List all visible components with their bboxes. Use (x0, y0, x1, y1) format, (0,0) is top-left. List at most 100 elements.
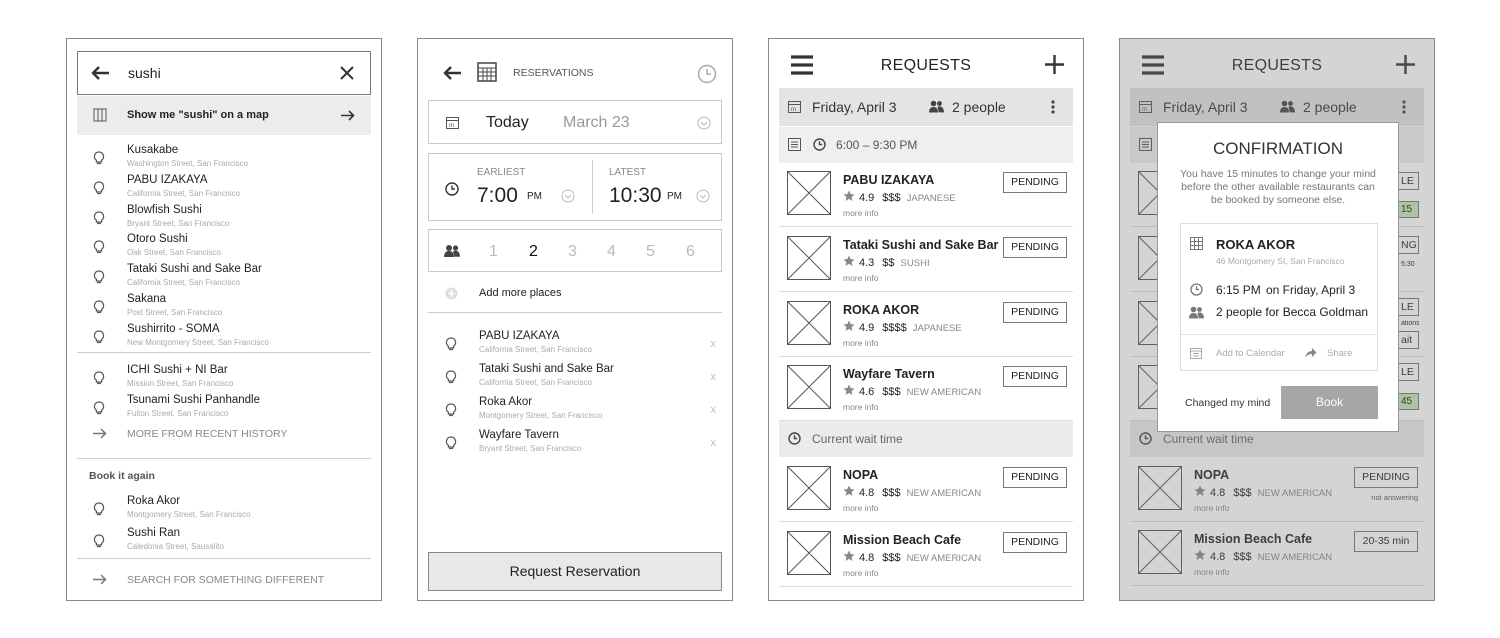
show-on-map-row[interactable]: Show me "sushi" on a map (77, 96, 371, 135)
chevron-down-icon[interactable] (696, 189, 710, 203)
search-result-item[interactable]: Sakana Post Street, San Francisco (67, 293, 381, 321)
party-size-option[interactable]: 6 (686, 243, 695, 261)
party-size-option[interactable]: 3 (568, 243, 577, 261)
party-size-option[interactable]: 1 (489, 243, 498, 261)
chevron-down-icon[interactable] (561, 189, 575, 203)
book-again-item[interactable]: Roka Akor Montgomery Street, San Francisc… (67, 495, 381, 523)
latest-time[interactable]: 10:30 (609, 184, 662, 208)
search-input[interactable]: sushi (128, 65, 161, 81)
add-more-places[interactable]: Add more places (479, 287, 562, 299)
restaurant-name: PABU IZAKAYA (843, 173, 935, 187)
restaurant-card[interactable]: ROKA AKOR 4.9 $$$$ JAPANESE more info PENDING (779, 293, 1073, 357)
search-result-item[interactable]: Sushirrito - SOMA New Montgomery Street, … (67, 323, 381, 351)
cuisine: NEW AMERICAN (906, 387, 982, 398)
place-street: Fulton Street, San Francisco (127, 408, 229, 418)
calendar-icon (1190, 348, 1202, 359)
place-name: ICHI Sushi + NI Bar (127, 364, 228, 376)
lightbulb-icon (93, 240, 105, 254)
add-circle-icon[interactable] (445, 287, 458, 300)
request-date: Friday, April 3 (812, 99, 897, 115)
changed-my-mind-button[interactable]: Changed my mind (1185, 397, 1270, 409)
search-different-link[interactable]: SEARCH FOR SOMETHING DIFFERENT (127, 574, 324, 586)
svg-text:m: m (449, 123, 454, 129)
request-reservation-button[interactable]: Request Reservation (428, 552, 722, 591)
plus-icon[interactable] (1045, 55, 1064, 74)
search-result-item[interactable]: Tataki Sushi and Sake Bar California Stre… (67, 263, 381, 291)
remove-place-button[interactable]: x (711, 338, 717, 350)
party-size-option[interactable]: 4 (607, 243, 616, 261)
search-result-item[interactable]: Blowfish Sushi Bryant Street, San Francis… (67, 204, 381, 232)
divider (77, 558, 371, 559)
cuisine: NEW AMERICAN (906, 553, 982, 564)
latest-ampm: PM (667, 191, 682, 202)
rating: 4.9 (859, 322, 875, 334)
remove-place-button[interactable]: x (711, 437, 717, 449)
more-history-link[interactable]: MORE FROM RECENT HISTORY (127, 428, 287, 440)
place-street: California Street, San Francisco (479, 345, 592, 354)
selected-place-item[interactable]: Wayfare Tavern Bryant Street, San Francis… (418, 429, 732, 457)
party-size-option[interactable]: 5 (646, 243, 655, 261)
book-button[interactable]: Book (1281, 386, 1378, 419)
more-vertical-icon[interactable] (1051, 100, 1055, 114)
place-street: California Street, San Francisco (127, 188, 240, 198)
restaurant-name: ROKA AKOR (843, 303, 920, 317)
place-name: Sushi Ran (127, 527, 181, 539)
party-size-option[interactable]: 2 (529, 243, 538, 261)
add-to-calendar[interactable]: Add to Calendar (1216, 348, 1285, 359)
restaurant-image-placeholder (787, 236, 831, 280)
chevron-down-icon[interactable] (697, 116, 711, 130)
clock-icon (788, 432, 801, 445)
restaurant-name: ROKA AKOR (1216, 237, 1296, 252)
back-arrow-icon[interactable] (442, 65, 462, 81)
status-badge: PENDING (1003, 172, 1067, 193)
calendar-grid-icon (477, 62, 497, 82)
status-badge: PENDING (1003, 366, 1067, 387)
more-info-link[interactable]: more info (843, 273, 878, 283)
restaurant-card[interactable]: Mission Beach Cafe 4.8 $$$ NEW AMERICAN more… (779, 523, 1073, 587)
restaurant-card[interactable]: Wayfare Tavern 4.6 $$$ NEW AMERICAN more inf… (779, 357, 1073, 421)
more-info-link[interactable]: more info (843, 208, 878, 218)
booking-party: 2 people for Becca Goldman (1216, 305, 1369, 319)
more-info-link[interactable]: more info (843, 503, 878, 513)
place-street: New Montgomery Street, San Francisco (127, 337, 269, 347)
recent-history-item[interactable]: ICHI Sushi + NI Bar Mission Street, San F… (67, 364, 381, 392)
dialog-title: CONFIRMATION (1212, 139, 1343, 158)
booking-time: 6:15 PM (1216, 283, 1261, 297)
more-info-link[interactable]: more info (843, 568, 878, 578)
back-arrow-icon[interactable] (90, 65, 110, 81)
more-info-link[interactable]: more info (843, 338, 878, 348)
restaurant-card[interactable]: NOPA 4.8 $$$ NEW AMERICAN more info PENDING (779, 458, 1073, 522)
selected-place-item[interactable]: PABU IZAKAYA California Street, San Franc… (418, 330, 732, 358)
close-icon[interactable] (340, 66, 354, 80)
search-screen: sushi Show me "sushi" on a map Kusakabe W… (66, 38, 382, 601)
earliest-time[interactable]: 7:00 (477, 184, 518, 208)
restaurant-name: Mission Beach Cafe (843, 533, 962, 547)
selected-place-item[interactable]: Roka Akor Montgomery Street, San Francisc… (418, 396, 732, 424)
remove-place-button[interactable]: x (711, 371, 717, 383)
arrow-right-icon (93, 574, 107, 585)
price-level: $$ (882, 257, 895, 269)
status-badge: PENDING (1003, 467, 1067, 488)
lightbulb-icon (93, 534, 105, 548)
star-icon (843, 550, 859, 564)
share-button[interactable]: Share (1327, 348, 1352, 359)
star-icon (843, 190, 859, 204)
restaurant-card[interactable]: Tataki Sushi and Sake Bar 4.3 $$ SUSHI more … (779, 228, 1073, 292)
place-name: Tataki Sushi and Sake Bar (127, 263, 262, 276)
recent-history-item[interactable]: Tsunami Sushi Panhandle Fulton Street, Sa… (67, 394, 381, 422)
search-result-item[interactable]: PABU IZAKAYA California Street, San Franc… (67, 174, 381, 202)
place-name: Wayfare Tavern (479, 429, 559, 441)
clock-icon[interactable] (697, 64, 717, 84)
more-info-link[interactable]: more info (843, 402, 878, 412)
remove-place-button[interactable]: x (711, 404, 717, 416)
page-title: RESERVATIONS (513, 67, 594, 79)
book-again-item[interactable]: Sushi Ran Caledonia Street, Sausalito (67, 527, 381, 555)
search-result-item[interactable]: Kusakabe Washington Street, San Francisco (67, 144, 381, 172)
search-result-item[interactable]: Otoro Sushi Oak Street, San Francisco (67, 233, 381, 261)
price-level: $$$ (882, 487, 901, 499)
restaurant-card[interactable]: PABU IZAKAYA 4.9 $$$ JAPANESE more info PENDI… (779, 163, 1073, 227)
selected-place-item[interactable]: Tataki Sushi and Sake Bar California Stre… (418, 363, 732, 391)
place-name: PABU IZAKAYA (479, 330, 560, 342)
date-picker[interactable]: m Today March 23 (428, 100, 722, 144)
arrow-right-icon (93, 428, 107, 439)
